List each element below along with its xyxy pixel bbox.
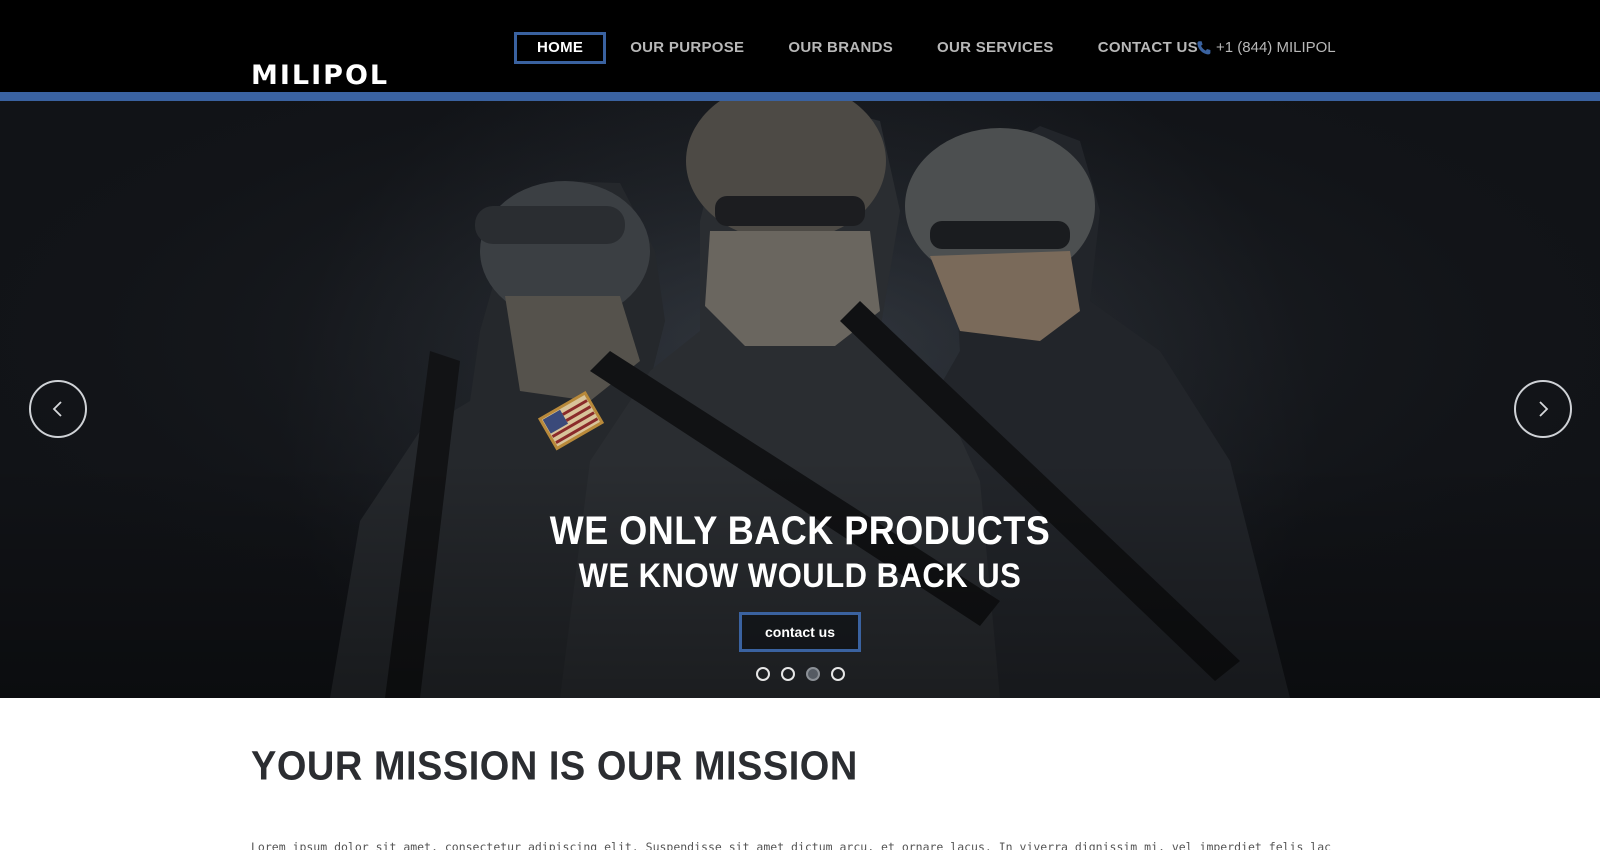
mission-paragraph: Lorem ipsum dolor sit amet, consectetur … — [251, 840, 1331, 850]
phone-number: +1 (844) MILIPOL — [1216, 39, 1336, 56]
chevron-left-icon — [52, 401, 62, 417]
slider-dot[interactable] — [831, 667, 845, 681]
nav-home[interactable]: HOME — [514, 32, 607, 64]
phone-icon — [1196, 40, 1212, 56]
nav-our-services[interactable]: OUR SERVICES — [917, 32, 1074, 64]
slider-prev-button[interactable] — [29, 380, 87, 438]
mission-heading: YOUR MISSION IS OUR MISSION — [251, 744, 858, 790]
slider-pagination — [756, 667, 845, 681]
main-nav: HOME OUR PURPOSE OUR BRANDS OUR SERVICES… — [514, 32, 1218, 64]
chevron-right-icon — [1539, 401, 1549, 417]
nav-our-purpose[interactable]: OUR PURPOSE — [610, 32, 764, 64]
soldiers-hero-image — [0, 101, 1600, 698]
milipol-logo[interactable]: MILIPOL — [251, 62, 389, 89]
hero-headline-line1: WE ONLY BACK PRODUCTS — [549, 507, 1051, 553]
phone-link[interactable]: +1 (844) MILIPOL — [1196, 39, 1336, 56]
slider-dot[interactable] — [756, 667, 770, 681]
slider-dot[interactable] — [781, 667, 795, 681]
hero-headline-line2: WE KNOW WOULD BACK US — [578, 556, 1022, 595]
contact-us-button[interactable]: contact us — [739, 612, 861, 652]
slider-dot-active[interactable] — [806, 667, 820, 681]
header-accent-bar — [0, 92, 1600, 101]
slider-next-button[interactable] — [1514, 380, 1572, 438]
nav-our-brands[interactable]: OUR BRANDS — [768, 32, 913, 64]
hero-slider: WE ONLY BACK PRODUCTS WE KNOW WOULD BACK… — [0, 101, 1600, 698]
site-header: MILIPOL HOME OUR PURPOSE OUR BRANDS OUR … — [0, 0, 1600, 92]
